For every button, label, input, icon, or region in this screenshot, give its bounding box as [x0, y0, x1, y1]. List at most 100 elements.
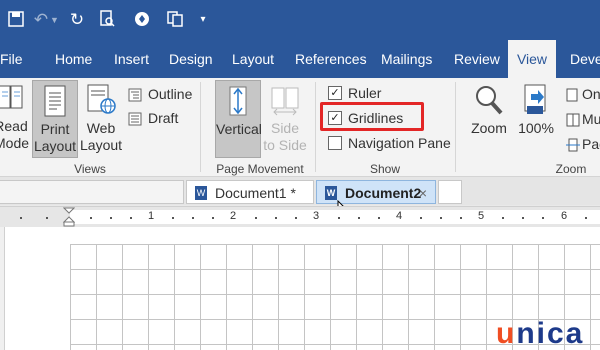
draft-icon	[128, 112, 142, 126]
ruler-tick	[420, 217, 422, 219]
ruler-tick	[255, 217, 257, 219]
tab-references[interactable]: References	[295, 40, 367, 78]
multiple-pages-icon	[566, 113, 580, 127]
tab-design[interactable]: Design	[169, 40, 213, 78]
tab-layout[interactable]: Layout	[232, 40, 274, 78]
tab-insert[interactable]: Insert	[114, 40, 149, 78]
outline-label: Outline	[148, 86, 193, 102]
navigation-pane-check-icon	[328, 136, 342, 151]
ruler-tick	[585, 217, 587, 219]
ribbon-tab-bar: File Home Insert Design Layout Reference…	[0, 40, 600, 78]
read-mode-icon	[0, 82, 24, 114]
ruler-tick	[110, 217, 112, 219]
ruler-tick	[192, 217, 194, 219]
web-layout-icon	[86, 84, 116, 116]
outline-button[interactable]: Outline	[128, 84, 192, 104]
document-tab-1[interactable]: W Document1 *	[186, 180, 314, 204]
unica-logo: unica	[496, 317, 585, 350]
side-to-side-button[interactable]: Side to Side	[262, 84, 308, 154]
undo-dropdown-icon[interactable]: ▼	[50, 10, 59, 30]
quick-access-toolbar: ↶ ▼ ↻ ▾	[0, 0, 600, 40]
zoom-group-label: Zoom	[555, 162, 587, 176]
multiple-pages-button[interactable]: Mu	[566, 109, 600, 129]
ruler-label: Ruler	[348, 85, 382, 101]
navigation-pane-label: Navigation Pane	[348, 135, 451, 151]
word-doc-icon: W	[325, 186, 337, 201]
group-separator	[200, 82, 201, 172]
page-width-button[interactable]: Pag	[566, 134, 600, 154]
horizontal-ruler[interactable]: 1 2 3 4 5 6	[0, 206, 600, 227]
read-mode-label-2: Mode	[0, 135, 30, 151]
multiple-pages-label: Mu	[582, 111, 600, 127]
word-doc-icon: W	[195, 186, 207, 201]
print-layout-button[interactable]: Print Layout	[32, 80, 78, 158]
ruler-tick	[460, 217, 462, 219]
side-to-side-label-1: Side	[270, 120, 300, 136]
blank-document-tab[interactable]	[0, 180, 184, 204]
document-tab-1-label: Document1 *	[215, 185, 296, 201]
draft-button[interactable]: Draft	[128, 108, 178, 128]
outline-icon	[128, 88, 142, 102]
print-layout-label-1: Print	[40, 121, 70, 137]
new-tab-button[interactable]	[438, 180, 462, 204]
zoom-button[interactable]: Zoom	[468, 84, 510, 137]
show-group-label: Show	[369, 162, 401, 176]
navigation-pane-checkbox[interactable]: Navigation Pane	[328, 133, 451, 153]
draft-label: Draft	[148, 110, 179, 126]
tab-file[interactable]: File	[0, 40, 23, 78]
tab-review[interactable]: Review	[454, 40, 500, 78]
page-width-label: Pag	[582, 136, 600, 152]
ruler-number: 3	[313, 210, 320, 222]
ruler-checkbox[interactable]: ✓ Ruler	[328, 83, 381, 103]
document-tab-2-label: Document2	[345, 185, 422, 201]
print-layout-icon	[43, 85, 67, 117]
group-separator	[455, 82, 456, 172]
document-tab-bar: W Document1 * W Document2 ×	[0, 177, 600, 205]
one-page-button[interactable]: One	[566, 84, 600, 104]
ruler-tick	[46, 217, 48, 219]
one-page-label: One	[582, 86, 600, 102]
save-icon[interactable]	[8, 10, 24, 30]
views-group-label: Views	[74, 162, 106, 176]
ruler-tick	[542, 217, 544, 219]
ruler-tick	[522, 217, 524, 219]
ruler-tick	[20, 217, 22, 219]
copy-icon[interactable]	[165, 10, 185, 30]
print-preview-icon[interactable]	[98, 10, 116, 30]
web-layout-label-2: Layout	[80, 137, 123, 153]
read-mode-label-1: Read	[0, 118, 28, 134]
ruler-tick	[338, 217, 340, 219]
side-to-side-icon	[270, 84, 300, 116]
zoom-100-label: 100%	[518, 120, 554, 136]
print-layout-label-2: Layout	[33, 138, 77, 154]
ruler-number: 5	[478, 210, 485, 222]
page-movement-group-label: Page Movement	[216, 162, 304, 176]
undo-icon[interactable]: ↶	[32, 10, 50, 30]
ribbon-panel: Read Mode Print Layout Web Layout Outlin…	[0, 78, 600, 177]
ruler-tick	[275, 217, 277, 219]
ruler-tick	[130, 217, 132, 219]
ruler-tick	[295, 217, 297, 219]
touch-mode-icon[interactable]	[132, 10, 152, 30]
zoom-100-button[interactable]: 100%	[516, 84, 556, 137]
ruler-tick	[90, 217, 92, 219]
vertical-button[interactable]: Vertical	[215, 80, 262, 158]
zoom-label: Zoom	[471, 120, 507, 136]
ruler-number: 2	[230, 210, 237, 222]
ruler-tick	[172, 217, 174, 219]
read-mode-button[interactable]: Read Mode	[0, 82, 30, 152]
vertical-label: Vertical	[216, 121, 262, 137]
tab-mailings[interactable]: Mailings	[381, 40, 432, 78]
tab-home[interactable]: Home	[55, 40, 92, 78]
tab-view[interactable]: View	[508, 40, 556, 78]
customize-qat-icon[interactable]: ▾	[198, 10, 208, 30]
side-to-side-label-2: to Side	[263, 137, 307, 153]
web-layout-label-1: Web	[86, 120, 116, 136]
ruler-number: 4	[396, 210, 403, 222]
document-tab-2[interactable]: W Document2 ×	[316, 180, 436, 204]
web-layout-button[interactable]: Web Layout	[80, 84, 122, 154]
close-tab-icon[interactable]: ×	[419, 181, 427, 205]
tab-developer[interactable]: Deve	[570, 40, 600, 78]
one-page-icon	[566, 88, 578, 102]
redo-icon[interactable]: ↻	[68, 10, 86, 30]
